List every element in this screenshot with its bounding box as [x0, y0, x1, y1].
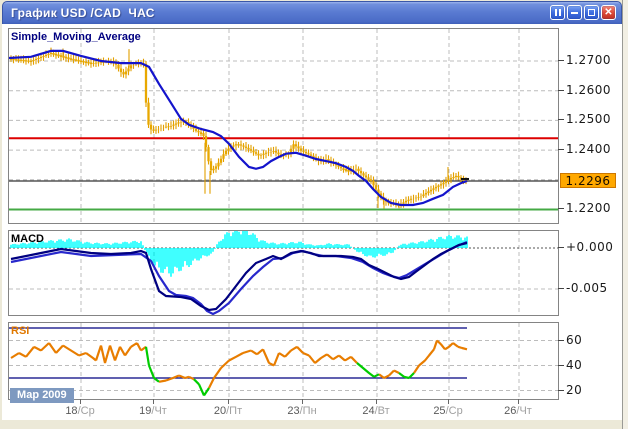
x-axis-tick: [448, 399, 449, 404]
x-axis-weekday: /Пт: [226, 405, 242, 417]
window-controls: ✕: [550, 5, 616, 20]
x-axis-label: 25/Ср: [433, 405, 462, 417]
x-axis-label: 23/Пн: [287, 405, 316, 417]
x-axis-label: 26/Чт: [504, 405, 532, 417]
rsi-axis-label: 20: [566, 383, 582, 397]
macd-axis-tick: [558, 288, 564, 289]
minimize-button[interactable]: [567, 5, 582, 20]
maximize-button[interactable]: [584, 5, 599, 20]
x-axis-date: 24: [362, 405, 374, 417]
rsi-axis-label: 40: [566, 358, 582, 372]
x-axis-tick: [80, 399, 81, 404]
macd-axis-label: +0.000: [566, 240, 613, 254]
x-axis-date: 19: [139, 405, 151, 417]
close-icon: ✕: [602, 6, 615, 19]
rsi-axis-tick: [558, 365, 564, 366]
sma-indicator-label: Simple_Moving_Average: [11, 31, 141, 43]
price-chart-svg: [9, 29, 558, 223]
x-axis-label: 19/Чт: [139, 405, 167, 417]
price-axis-tick: [558, 208, 564, 209]
pause-button[interactable]: [550, 5, 565, 20]
rsi-axis-tick: [558, 390, 564, 391]
month-label: Мар 2009: [10, 388, 74, 403]
close-button[interactable]: ✕: [601, 5, 616, 20]
x-axis-weekday: /Ср: [78, 405, 95, 417]
x-axis-tick: [153, 399, 154, 404]
rsi-axis-label: 60: [566, 333, 582, 347]
price-axis-label: 1.2700: [566, 53, 611, 67]
rsi-indicator-label: RSI: [11, 325, 29, 337]
x-axis-date: 18: [65, 405, 77, 417]
price-axis-label: 1.2600: [566, 83, 611, 97]
price-axis-label: 1.2500: [566, 112, 611, 126]
x-axis-label: 18/Ср: [65, 405, 94, 417]
rsi-axis-tick: [558, 340, 564, 341]
current-price-tag: 1.2296: [560, 173, 616, 188]
macd-axis-tick: [558, 247, 564, 248]
x-axis-label: 20/Пт: [214, 405, 242, 417]
macd-axis-label: -0.005: [566, 281, 608, 295]
rsi-panel[interactable]: [8, 322, 559, 400]
x-axis-tick: [302, 399, 303, 404]
x-axis-tick: [228, 399, 229, 404]
x-axis-weekday: /Чт: [151, 405, 166, 417]
title-bar[interactable]: График USD /CAD ЧАС ✕: [2, 1, 622, 24]
price-axis-label: 1.2200: [566, 201, 611, 215]
x-axis-date: 26: [504, 405, 516, 417]
x-axis-date: 23: [287, 405, 299, 417]
x-axis-weekday: /Вт: [375, 405, 390, 417]
x-axis-weekday: /Чт: [516, 405, 531, 417]
x-axis-weekday: /Ср: [446, 405, 463, 417]
x-axis-tick: [376, 399, 377, 404]
x-axis-label: 24/Вт: [362, 405, 389, 417]
x-axis-weekday: /Пн: [300, 405, 317, 417]
price-axis-tick: [558, 60, 564, 61]
macd-panel[interactable]: [8, 230, 559, 316]
price-chart-panel[interactable]: [8, 28, 559, 224]
app-window: { "window": { "title": "График USD /CAD …: [0, 0, 628, 429]
window-title: График USD /CAD ЧАС: [11, 6, 155, 20]
price-axis-tick: [558, 119, 564, 120]
price-axis-tick: [558, 149, 564, 150]
background-strip: [623, 0, 628, 429]
price-axis-label: 1.2400: [566, 142, 611, 156]
x-axis-date: 20: [214, 405, 226, 417]
macd-indicator-label: MACD: [11, 233, 44, 245]
x-axis-tick: [518, 399, 519, 404]
price-axis-tick: [558, 90, 564, 91]
macd-chart-svg: [9, 231, 558, 315]
rsi-chart-svg: [9, 323, 558, 399]
x-axis-date: 25: [433, 405, 445, 417]
